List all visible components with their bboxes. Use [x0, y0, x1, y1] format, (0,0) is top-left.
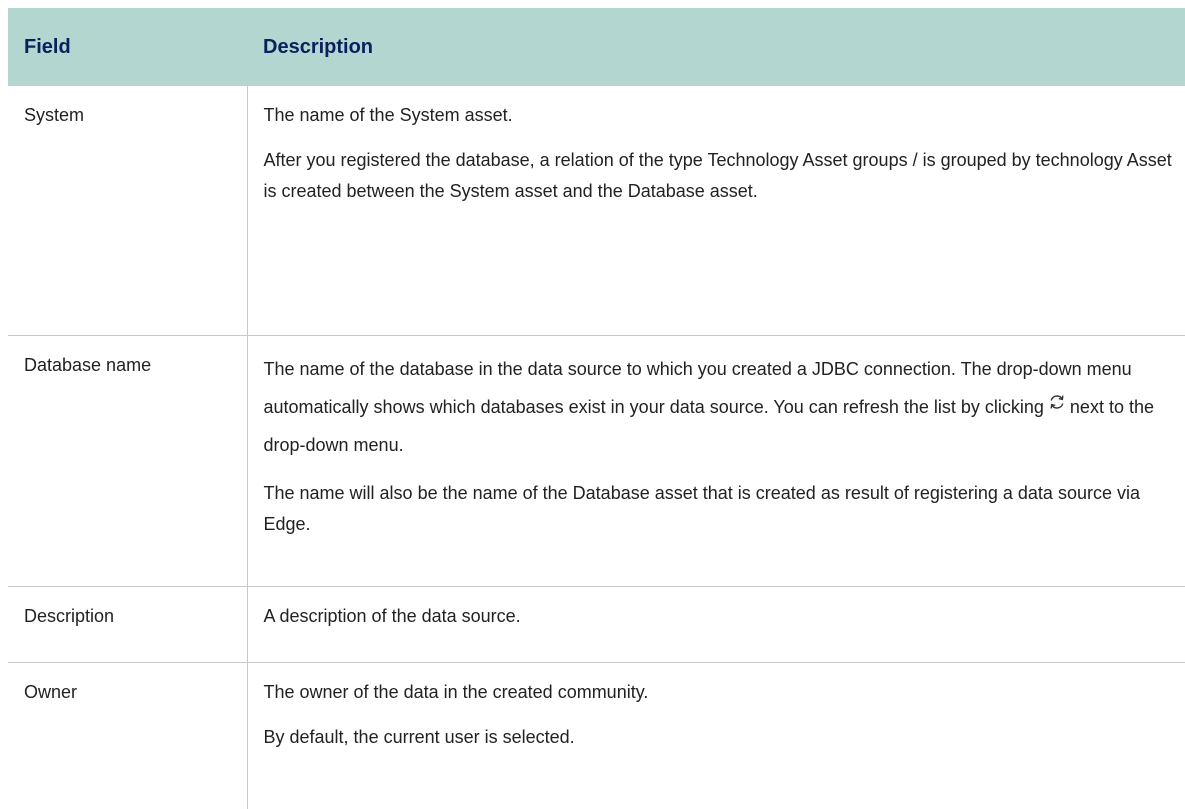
field-name-owner: Owner [8, 662, 248, 809]
table-row-system: System The name of the System asset. Aft… [8, 86, 1185, 336]
description-text-before-icon: The name of the database in the data sou… [263, 358, 1132, 417]
table-row-database-name: Database name The name of the database i… [8, 335, 1185, 587]
description-paragraph: The name of the System asset. [263, 105, 513, 125]
field-name-system: System [8, 86, 248, 336]
description-paragraph: The name of the database in the data sou… [264, 350, 1180, 464]
field-name-description: Description [8, 586, 248, 663]
field-description-table: Field Description System The name of the… [8, 8, 1185, 809]
table-row-owner: Owner The owner of the data in the creat… [8, 662, 1185, 809]
header-row: Field Description [8, 8, 1185, 86]
description-paragraph: By default, the current user is selected… [263, 726, 575, 747]
field-description-owner: The owner of the data in the created com… [247, 662, 1185, 809]
description-paragraph: The owner of the data in the created com… [263, 681, 649, 702]
header-field: Field [8, 8, 247, 86]
description-paragraph: After you registered the database, a rel… [263, 150, 1172, 201]
table-header: Field Description [8, 8, 1185, 86]
field-description-system: The name of the System asset. After you … [247, 86, 1185, 336]
table-row-description: Description A description of the data so… [8, 586, 1185, 663]
refresh-icon [1050, 394, 1064, 409]
description-paragraph: A description of the data source. [263, 605, 521, 626]
field-description-description: A description of the data source. [247, 586, 1185, 663]
description-paragraph: The name will also be the name of the Da… [263, 482, 1140, 534]
field-description-database-name: The name of the database in the data sou… [247, 335, 1185, 587]
field-name-database-name: Database name [8, 335, 248, 587]
header-description: Description [247, 8, 1185, 86]
